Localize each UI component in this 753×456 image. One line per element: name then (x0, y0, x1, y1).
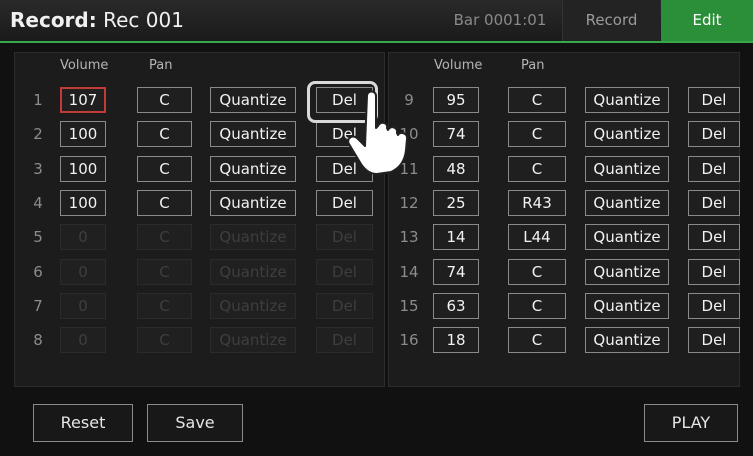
column-header-volume: Volume (434, 58, 483, 73)
delete-button: Del (316, 327, 373, 353)
pan-field[interactable]: C (508, 293, 566, 319)
volume-field: 0 (60, 327, 106, 353)
delete-button[interactable]: Del (688, 121, 740, 147)
track-number: 15 (399, 297, 419, 315)
delete-button[interactable]: Del (688, 327, 740, 353)
pan-field[interactable]: C (508, 87, 566, 113)
column-header-volume: Volume (60, 58, 109, 73)
track-number: 13 (399, 228, 419, 246)
volume-field[interactable]: 74 (433, 121, 479, 147)
quantize-button: Quantize (210, 327, 296, 353)
bar-position: Bar 0001:01 (453, 11, 547, 29)
volume-field[interactable]: 18 (433, 327, 479, 353)
delete-button[interactable]: Del (688, 259, 740, 285)
delete-button: Del (316, 293, 373, 319)
volume-field[interactable]: 14 (433, 224, 479, 250)
quantize-button[interactable]: Quantize (585, 224, 669, 250)
column-header-pan: Pan (149, 58, 173, 73)
quantize-button[interactable]: Quantize (210, 87, 296, 113)
delete-button[interactable]: Del (688, 190, 740, 216)
pan-field: C (137, 327, 192, 353)
track-number: 8 (33, 331, 43, 349)
track-number: 4 (33, 194, 43, 212)
volume-field[interactable]: 63 (433, 293, 479, 319)
quantize-button[interactable]: Quantize (585, 87, 669, 113)
delete-button: Del (316, 224, 373, 250)
delete-button: Del (316, 259, 373, 285)
quantize-button[interactable]: Quantize (210, 156, 296, 182)
volume-field[interactable]: 25 (433, 190, 479, 216)
quantize-button: Quantize (210, 259, 296, 285)
track-number: 2 (33, 125, 43, 143)
volume-field[interactable]: 48 (433, 156, 479, 182)
track-number: 16 (399, 331, 419, 349)
delete-button[interactable]: Del (688, 156, 740, 182)
volume-field: 0 (60, 224, 106, 250)
header-bar: Record: Rec 001 Bar 0001:01 Record Edit (0, 0, 753, 43)
pan-field[interactable]: C (508, 121, 566, 147)
pan-field[interactable]: C (137, 87, 192, 113)
volume-field[interactable]: 95 (433, 87, 479, 113)
title-name: Rec 001 (96, 8, 184, 32)
volume-field[interactable]: 100 (60, 190, 106, 216)
quantize-button[interactable]: Quantize (585, 121, 669, 147)
quantize-button: Quantize (210, 224, 296, 250)
quantize-button[interactable]: Quantize (585, 293, 669, 319)
quantize-button: Quantize (210, 293, 296, 319)
volume-field: 0 (60, 259, 106, 285)
tab-edit[interactable]: Edit (661, 0, 753, 41)
pointing-hand-icon (345, 88, 415, 182)
reset-button[interactable]: Reset (33, 404, 133, 442)
pan-field[interactable]: L44 (508, 224, 566, 250)
track-number: 5 (33, 228, 43, 246)
track-number: 1 (33, 91, 43, 109)
volume-field[interactable]: 107 (60, 87, 106, 113)
title-prefix: Record: (10, 8, 97, 32)
quantize-button[interactable]: Quantize (585, 327, 669, 353)
quantize-button[interactable]: Quantize (210, 121, 296, 147)
delete-button[interactable]: Del (316, 190, 373, 216)
track-number: 14 (399, 263, 419, 281)
track-number: 6 (33, 263, 43, 281)
pan-field[interactable]: R43 (508, 190, 566, 216)
pan-field: C (137, 224, 192, 250)
pan-field[interactable]: C (508, 259, 566, 285)
record-edit-screen: Record: Rec 001 Bar 0001:01 Record Edit … (0, 0, 753, 456)
pan-field[interactable]: C (508, 327, 566, 353)
pan-field[interactable]: C (137, 121, 192, 147)
volume-field[interactable]: 74 (433, 259, 479, 285)
pan-field: C (137, 259, 192, 285)
track-number: 12 (399, 194, 419, 212)
quantize-button[interactable]: Quantize (210, 190, 296, 216)
volume-field[interactable]: 100 (60, 156, 106, 182)
pan-field[interactable]: C (137, 156, 192, 182)
page-title: Record: Rec 001 (10, 8, 184, 32)
pan-field[interactable]: C (508, 156, 566, 182)
pan-field[interactable]: C (137, 190, 192, 216)
volume-field: 0 (60, 293, 106, 319)
quantize-button[interactable]: Quantize (585, 156, 669, 182)
pan-field: C (137, 293, 192, 319)
delete-button[interactable]: Del (688, 224, 740, 250)
track-number: 3 (33, 160, 43, 178)
quantize-button[interactable]: Quantize (585, 190, 669, 216)
column-header-pan: Pan (521, 58, 545, 73)
volume-field[interactable]: 100 (60, 121, 106, 147)
delete-button[interactable]: Del (688, 293, 740, 319)
delete-button[interactable]: Del (688, 87, 740, 113)
play-button[interactable]: PLAY (644, 404, 738, 442)
track-number: 7 (33, 297, 43, 315)
tab-record[interactable]: Record (562, 0, 660, 41)
quantize-button[interactable]: Quantize (585, 259, 669, 285)
save-button[interactable]: Save (147, 404, 243, 442)
